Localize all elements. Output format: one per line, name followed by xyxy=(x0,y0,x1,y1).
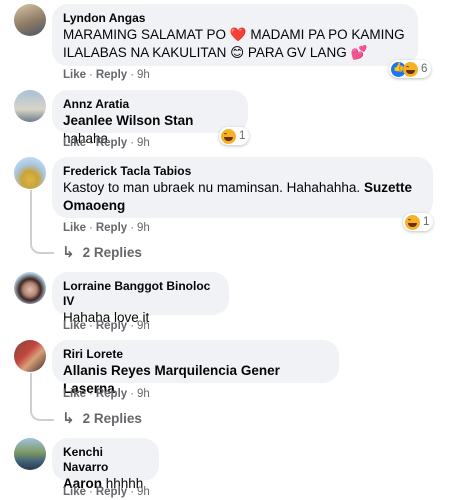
comment-text: MARAMING SALAMAT PO ❤️ MADAMI PA PO KAMI… xyxy=(63,27,405,60)
comment-author[interactable]: Lyndon Angas xyxy=(63,11,407,26)
reaction-count: 6 xyxy=(421,63,428,75)
comment-bubble: Lyndon Angas MARAMING SALAMAT PO ❤️ MADA… xyxy=(52,4,418,66)
replies-label: 2 Replies xyxy=(82,244,142,260)
comment-bubble: Riri Lorete Allanis Reyes Marquilencia G… xyxy=(52,340,339,396)
timestamp[interactable]: 9h xyxy=(137,222,150,234)
timestamp[interactable]: 9h xyxy=(137,137,150,149)
mention[interactable]: Omaoeng xyxy=(63,198,125,213)
like-link[interactable]: Like xyxy=(63,388,86,400)
reaction-summary[interactable]: 1 xyxy=(403,213,434,231)
comment-actions: Like · Reply · 9h xyxy=(63,486,150,498)
mention[interactable]: Jeanlee Wilson Stan xyxy=(63,113,193,128)
comment-author[interactable]: Frederick Tacla Tabios xyxy=(63,164,422,179)
reply-link[interactable]: Reply xyxy=(96,69,127,81)
reply-link[interactable]: Reply xyxy=(96,222,127,234)
reply-link[interactable]: Reply xyxy=(96,486,127,498)
timestamp[interactable]: 9h xyxy=(137,388,150,400)
haha-reaction-icon xyxy=(405,214,420,230)
reply-link[interactable]: Reply xyxy=(96,320,127,332)
replies-label: 2 Replies xyxy=(82,410,142,426)
reaction-count: 1 xyxy=(239,130,246,142)
comment-bubble: Annz Aratia Jeanlee Wilson Stan hahaha xyxy=(52,90,248,146)
comment-actions: Like · Reply · 9h xyxy=(63,320,150,332)
comment-actions: Like · Reply · 9h xyxy=(63,69,150,81)
reply-thread-line xyxy=(30,190,54,254)
timestamp[interactable]: 9h xyxy=(137,486,150,498)
comment-author[interactable]: Kenchi Navarro xyxy=(63,445,148,475)
reply-arrow-icon: ↳ xyxy=(62,410,75,427)
comment-text: Kastoy to man ubraek nu maminsan. Hahaha… xyxy=(63,180,412,213)
reply-link[interactable]: Reply xyxy=(96,388,127,400)
avatar[interactable] xyxy=(14,157,46,189)
heart-emoji-icon: ❤️ xyxy=(229,27,247,42)
avatar[interactable] xyxy=(14,272,46,304)
timestamp[interactable]: 9h xyxy=(137,320,150,332)
comment-bubble: Kenchi Navarro Aaron hhhhh xyxy=(52,438,159,491)
reply-arrow-icon: ↳ xyxy=(62,244,75,261)
hearts-emoji-icon: 💕 xyxy=(350,45,368,60)
comment-bubble: Lorraine Banggot Binoloc IV Hahaha love … xyxy=(52,272,229,325)
view-replies-button[interactable]: ↳ 2 Replies xyxy=(62,409,142,427)
avatar[interactable] xyxy=(14,340,46,372)
reply-link[interactable]: Reply xyxy=(96,137,127,149)
comment-actions: Like · Reply · 9h xyxy=(63,137,150,149)
comment-author[interactable]: Riri Lorete xyxy=(63,347,328,362)
avatar[interactable] xyxy=(14,4,46,36)
smile-emoji-icon: 😊 xyxy=(230,45,245,60)
comment-author[interactable]: Lorraine Banggot Binoloc IV xyxy=(63,279,218,309)
like-link[interactable]: Like xyxy=(63,486,86,498)
timestamp[interactable]: 9h xyxy=(137,69,150,81)
reply-thread-line xyxy=(30,373,54,421)
like-link[interactable]: Like xyxy=(63,222,86,234)
like-link[interactable]: Like xyxy=(63,69,86,81)
mention[interactable]: Suzette xyxy=(364,180,412,195)
haha-reaction-icon xyxy=(403,61,418,77)
comment-author[interactable]: Annz Aratia xyxy=(63,97,237,112)
comment-bubble: Frederick Tacla Tabios Kastoy to man ubr… xyxy=(52,157,433,218)
reaction-summary[interactable]: 1 xyxy=(219,127,250,145)
view-replies-button[interactable]: ↳ 2 Replies xyxy=(62,243,142,261)
avatar[interactable] xyxy=(14,90,46,122)
haha-reaction-icon xyxy=(221,128,236,144)
like-link[interactable]: Like xyxy=(63,320,86,332)
reaction-count: 1 xyxy=(423,216,430,228)
comment-actions: Like · Reply · 9h xyxy=(63,222,150,234)
like-link[interactable]: Like xyxy=(63,137,86,149)
comment-actions: Like · Reply · 9h xyxy=(63,388,150,400)
avatar[interactable] xyxy=(14,438,46,470)
reaction-summary[interactable]: 6 xyxy=(389,60,432,78)
